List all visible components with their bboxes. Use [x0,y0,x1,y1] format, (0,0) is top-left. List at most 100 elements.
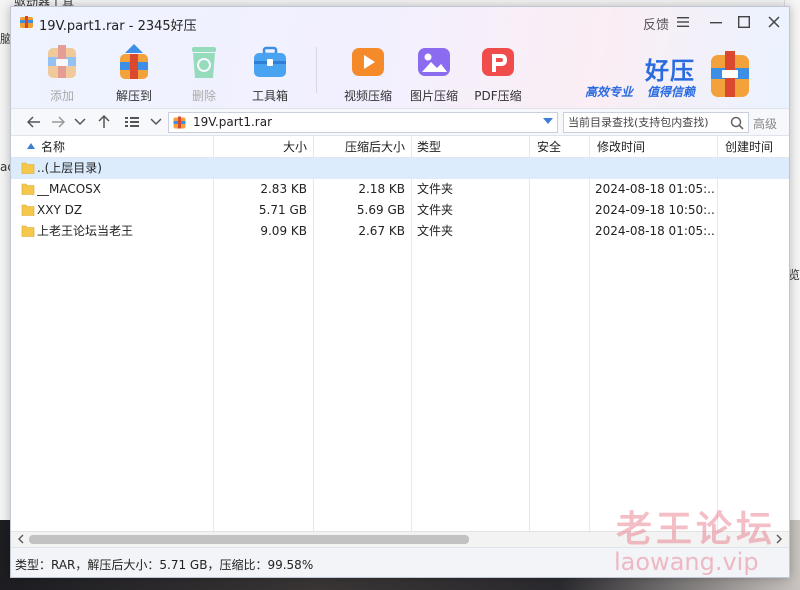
toolbox-button[interactable]: 工具箱 [239,41,301,105]
view-mode-button[interactable] [123,113,141,131]
extract-to-label: 解压到 [115,89,152,103]
close-button[interactable] [763,11,785,33]
recycle-icon [183,41,225,83]
brand-name: 好压 [645,57,695,85]
menu-button[interactable] [672,11,694,33]
close-icon [768,16,780,28]
video-compress-icon [347,41,389,83]
path-text: 19V.part1.rar [193,115,273,129]
add-button[interactable]: 添加 [31,41,93,105]
title-bar[interactable]: 19V.part1.rar - 2345好压 反馈 [11,7,789,37]
column-header-security[interactable]: 安全 [537,136,561,158]
image-compress-button[interactable]: 图片压缩 [403,41,465,105]
main-toolbar: 添加 解压到 删除 工具箱 视频压缩 图片压缩 PDF压缩 好压 高效专业 值得… [11,37,789,107]
sort-ascending-icon [27,143,35,149]
pdf-compress-button[interactable]: PDF压缩 [467,41,529,105]
search-icon[interactable] [730,116,744,130]
file-name: XXY DZ [37,203,83,217]
column-header-packed-size[interactable]: 压缩后大小 [313,136,405,158]
table-row[interactable]: XXY DZ 5.71 GB 5.69 GB 文件夹 2024-09-18 10… [11,200,789,221]
folder-icon [21,225,35,237]
chevron-down-icon [74,118,86,126]
column-header-modified[interactable]: 修改时间 [597,136,645,158]
brand-archive-icon [711,51,749,97]
file-type: 文件夹 [417,203,454,217]
file-packed-size: 2.67 KB [358,224,405,238]
feedback-link[interactable]: 反馈 [643,14,669,33]
pdf-compress-icon [477,41,519,83]
file-modified: 2024-08-18 01:05:... [595,224,715,238]
toolbar-divider [316,47,317,93]
file-size: 2.83 KB [260,182,307,196]
arrow-left-icon [27,116,40,128]
extract-to-button[interactable]: 解压到 [103,41,165,105]
scroll-right-icon[interactable] [775,534,783,544]
address-bar: 19V.part1.rar 高级 [11,108,789,136]
pdf-compress-label: PDF压缩 [474,89,522,103]
image-compress-label: 图片压缩 [409,89,458,103]
folder-icon [21,204,35,216]
video-compress-label: 视频压缩 [343,89,392,103]
status-text: 类型：RAR，解压后大小：5.71 GB，压缩比：99.58% [15,558,314,572]
brand-slogan: 高效专业 [585,85,634,99]
column-header-type[interactable]: 类型 [417,136,441,158]
toolbox-label: 工具箱 [251,89,288,103]
toolbox-icon [249,41,291,83]
chevron-down-icon [150,118,162,126]
file-name: ..(上层目录) [37,161,102,175]
scrollbar-thumb[interactable] [29,535,469,544]
minimize-button[interactable] [705,11,727,33]
history-dropdown[interactable] [71,113,89,131]
file-list: 名称 大小 压缩后大小 类型 安全 修改时间 创建时间 ..(上层目录) __M… [11,136,789,547]
window-header: 19V.part1.rar - 2345好压 反馈 添加 解压到 删除 工具箱 … [11,7,789,108]
arrow-right-icon [52,116,65,128]
delete-label: 删除 [191,89,216,103]
search-box [563,112,749,133]
file-name: 上老王论坛当老王 [37,224,134,238]
image-compress-icon [413,41,455,83]
maximize-icon [738,16,750,28]
window-title: 19V.part1.rar - 2345好压 [39,19,197,34]
extract-icon [113,41,155,83]
file-type: 文件夹 [417,224,454,238]
watermark-url: laowang.vip [614,548,759,576]
hamburger-icon [677,17,689,27]
table-row[interactable]: __MACOSX 2.83 KB 2.18 KB 文件夹 2024-08-18 … [11,179,789,200]
maximize-button[interactable] [733,11,755,33]
list-view-icon [125,117,139,127]
path-dropdown-icon[interactable] [543,117,553,125]
file-packed-size: 5.69 GB [356,203,405,217]
back-button[interactable] [25,113,43,131]
archive-window: 19V.part1.rar - 2345好压 反馈 添加 解压到 删除 工具箱 … [10,6,790,578]
delete-button[interactable]: 删除 [173,41,235,105]
file-modified: 2024-08-18 01:05:... [595,182,715,196]
arrow-up-icon [98,115,110,128]
archive-file-icon [173,116,186,129]
app-archive-icon [20,16,33,28]
watermark-text: 老王论坛 [616,509,777,550]
file-name: __MACOSX [37,182,102,196]
file-size: 5.71 GB [258,203,307,217]
brand-logo: 好压 高效专业 值得信赖 [583,49,783,105]
path-field[interactable]: 19V.part1.rar [168,112,558,133]
video-compress-button[interactable]: 视频压缩 [337,41,399,105]
parent-directory-row[interactable]: ..(上层目录) [11,158,789,179]
file-packed-size: 2.18 KB [358,182,405,196]
minimize-icon [710,22,722,24]
table-row[interactable]: 上老王论坛当老王 9.09 KB 2.67 KB 文件夹 2024-08-18 … [11,221,789,242]
up-level-button[interactable] [95,113,113,131]
folder-icon [21,183,35,195]
file-rows: ..(上层目录) __MACOSX 2.83 KB 2.18 KB 文件夹 20… [11,158,789,242]
file-type: 文件夹 [417,182,454,196]
column-header-row: 名称 大小 压缩后大小 类型 安全 修改时间 创建时间 [11,136,789,158]
column-header-created[interactable]: 创建时间 [725,136,773,158]
folder-icon [21,162,35,174]
add-button-label: 添加 [49,89,74,103]
advanced-search-link[interactable]: 高级 [753,115,777,132]
view-mode-dropdown[interactable] [147,113,165,131]
scroll-left-icon[interactable] [17,534,25,544]
column-header-name[interactable]: 名称 [41,136,65,158]
search-input[interactable] [564,113,724,132]
column-header-size[interactable]: 大小 [225,136,307,158]
forward-button[interactable] [49,113,67,131]
